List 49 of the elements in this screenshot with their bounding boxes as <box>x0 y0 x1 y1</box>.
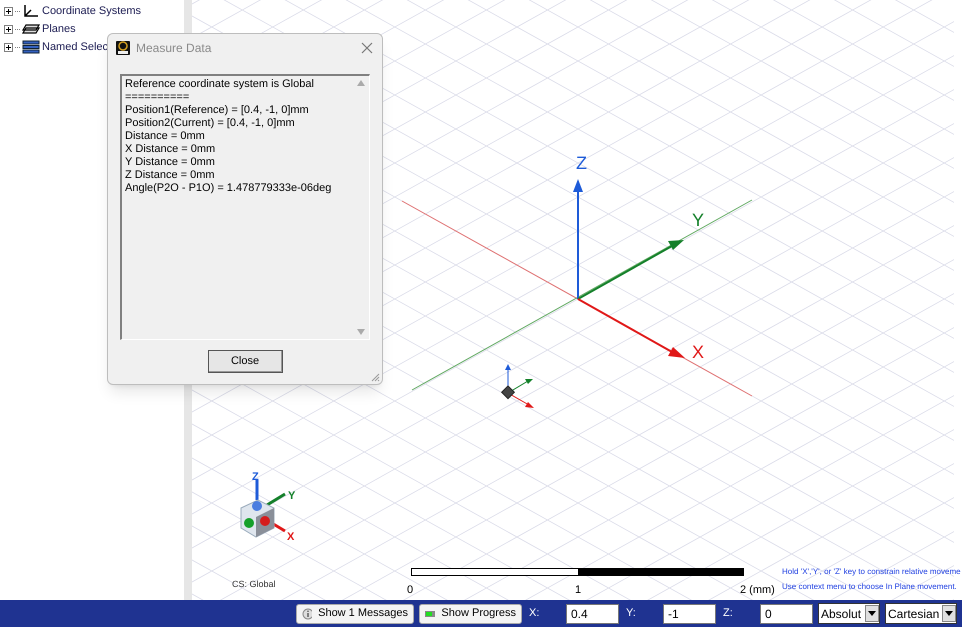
output-line: Position2(Current) = [0.4, -1, 0]mm <box>125 117 296 130</box>
coordinate-field[interactable]: 0 <box>760 604 813 624</box>
close-button[interactable]: Close <box>208 350 282 373</box>
axis-label: X <box>287 530 294 545</box>
app-logo-icon <box>116 41 130 55</box>
output-line: ========== <box>125 91 190 104</box>
coordinate-field[interactable]: -1 <box>663 604 716 624</box>
resize-grip-icon[interactable] <box>370 372 380 382</box>
close-icon[interactable] <box>360 41 374 55</box>
axis-label: Y <box>288 489 296 504</box>
output-line: Y Distance = 0mm <box>125 156 216 169</box>
dropdown[interactable]: Cartesian <box>885 603 957 624</box>
tree-item[interactable]: Planes <box>42 20 76 38</box>
dropdown[interactable]: Absolut <box>818 603 880 624</box>
output-line: X Distance = 0mm <box>125 143 216 156</box>
output-line: Distance = 0mm <box>125 130 206 143</box>
planes-icon <box>22 22 40 36</box>
gizmo-drawing <box>500 364 534 408</box>
axis-label: X <box>692 341 704 364</box>
view-cube-drawing <box>240 480 286 538</box>
coordinate-system-label: CS: Global <box>232 578 276 591</box>
hint-text: Use context menu to choose In Plane movement. <box>782 581 957 593</box>
output-line: Angle(P2O - P1O) = 1.478779333e-06deg <box>125 182 332 195</box>
dialog-title: Measure Data <box>136 40 212 57</box>
output-line: Z Distance = 0mm <box>125 169 216 182</box>
coordinate-label: X: <box>528 606 540 622</box>
coordinate-field[interactable]: 0.4 <box>566 604 619 624</box>
output-line: Reference coordinate system is Global <box>125 78 315 91</box>
coordinate-label: Z: <box>722 606 734 622</box>
axis-label: Y <box>692 209 704 232</box>
scale-label: 2 (mm) <box>740 583 775 598</box>
coordinate-label: Y: <box>625 606 637 622</box>
tree-item[interactable]: Named Selec <box>42 38 108 56</box>
scale-label: 0 <box>407 583 414 598</box>
axis-label: Z <box>252 470 259 485</box>
scale-label: 1 <box>575 583 582 598</box>
progress-icon <box>425 610 436 616</box>
expand-toggle[interactable] <box>4 6 13 16</box>
axes-icon <box>22 4 40 18</box>
expand-toggle[interactable] <box>4 24 13 34</box>
axis-label: Z <box>576 152 587 175</box>
expand-toggle[interactable] <box>4 42 13 52</box>
info-icon <box>302 608 312 620</box>
progress-button[interactable]: Show Progress <box>419 604 522 624</box>
list-icon <box>22 40 40 54</box>
messages-button[interactable]: Show 1 Messages <box>296 604 414 624</box>
hint-text: Hold 'X','Y', or 'Z' key to constrain relative moveme <box>782 566 961 578</box>
tree-item[interactable]: Coordinate Systems <box>42 2 142 20</box>
output-line: Position1(Reference) = [0.4, -1, 0]mm <box>125 104 310 117</box>
